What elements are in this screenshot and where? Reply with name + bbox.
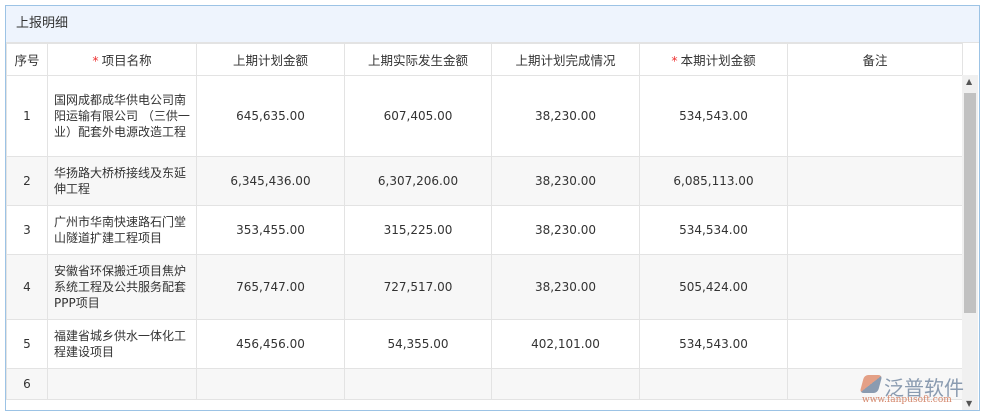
cell-seq[interactable]: 6 <box>6 368 48 400</box>
scroll-up-icon[interactable]: ▲ <box>966 77 972 86</box>
cell-name[interactable]: 国网成都成华供电公司南阳运输有限公司 （三供一业）配套外电源改造工程 <box>47 75 197 157</box>
cell-last-plan[interactable]: 456,456.00 <box>196 319 345 369</box>
col-seq: 序号 <box>6 43 48 76</box>
col-last-actual: 上期实际发生金额 <box>344 43 492 76</box>
table-row[interactable]: 6 <box>6 368 963 400</box>
table-row[interactable]: 4 安徽省环保搬迁项目焦炉系统工程及公共服务配套PPP项目 765,747.00 72… <box>6 254 963 320</box>
table-header: 序号 * 项目名称 上期计划金额 上期实际发生金额 上期计划完成情况 * 本期计划金… <box>6 43 963 76</box>
cell-last-completion[interactable]: 402,101.00 <box>491 319 640 369</box>
col-last-completion: 上期计划完成情况 <box>491 43 640 76</box>
cell-this-plan[interactable]: 505,424.00 <box>639 254 788 320</box>
cell-last-actual[interactable]: 315,225.00 <box>344 205 492 255</box>
col-remark: 备注 <box>787 43 963 76</box>
cell-name[interactable]: 福建省城乡供水一体化工程建设项目 <box>47 319 197 369</box>
col-this-plan: * 本期计划金额 <box>639 43 788 76</box>
cell-this-plan[interactable]: 6,085,113.00 <box>639 156 788 206</box>
detail-table: 序号 * 项目名称 上期计划金额 上期实际发生金额 上期计划完成情况 * 本期计划金… <box>6 43 963 400</box>
table-row[interactable]: 3 广州市华南快速路石门堂山隧道扩建工程项目 353,455.00 315,225.0… <box>6 205 963 255</box>
cell-this-plan[interactable] <box>639 368 788 400</box>
cell-remark[interactable] <box>787 75 963 157</box>
watermark-logo: 泛普软件 www.fanpusoft.com <box>859 372 980 408</box>
cell-last-plan[interactable]: 645,635.00 <box>196 75 345 157</box>
cell-last-plan[interactable] <box>196 368 345 400</box>
cell-last-plan[interactable]: 765,747.00 <box>196 254 345 320</box>
cell-last-plan[interactable]: 353,455.00 <box>196 205 345 255</box>
cell-name[interactable]: 安徽省环保搬迁项目焦炉系统工程及公共服务配套PPP项目 <box>47 254 197 320</box>
panel-title: 上报明细 <box>6 6 979 43</box>
table-row[interactable]: 2 华扬路大桥桥接线及东延伸工程 6,345,436.00 6,307,206.00 3… <box>6 156 963 206</box>
watermark-url: www.fanpusoft.com <box>862 395 952 405</box>
cell-this-plan[interactable]: 534,534.00 <box>639 205 788 255</box>
cell-seq[interactable]: 2 <box>6 156 48 206</box>
table-row[interactable]: 1 国网成都成华供电公司南阳运输有限公司 （三供一业）配套外电源改造工程 645,6… <box>6 75 963 157</box>
col-name: * 项目名称 <box>47 43 197 76</box>
cell-last-actual[interactable] <box>344 368 492 400</box>
col-last-plan: 上期计划金额 <box>196 43 345 76</box>
scrollbar-thumb[interactable] <box>964 93 976 313</box>
cell-name[interactable]: 华扬路大桥桥接线及东延伸工程 <box>47 156 197 206</box>
cell-this-plan[interactable]: 534,543.00 <box>639 75 788 157</box>
cell-remark[interactable] <box>787 156 963 206</box>
cell-last-completion[interactable]: 38,230.00 <box>491 254 640 320</box>
cell-remark[interactable] <box>787 254 963 320</box>
cell-name[interactable]: 广州市华南快速路石门堂山隧道扩建工程项目 <box>47 205 197 255</box>
cell-last-completion[interactable]: 38,230.00 <box>491 205 640 255</box>
cell-remark[interactable] <box>787 319 963 369</box>
cell-last-actual[interactable]: 54,355.00 <box>344 319 492 369</box>
logo-icon <box>859 375 883 393</box>
cell-seq[interactable]: 5 <box>6 319 48 369</box>
cell-seq[interactable]: 4 <box>6 254 48 320</box>
cell-last-actual[interactable]: 607,405.00 <box>344 75 492 157</box>
cell-last-completion[interactable]: 38,230.00 <box>491 75 640 157</box>
required-star: * <box>671 53 678 68</box>
cell-last-completion[interactable] <box>491 368 640 400</box>
required-star: * <box>92 53 99 68</box>
col-name-label: 项目名称 <box>101 53 152 68</box>
cell-last-actual[interactable]: 6,307,206.00 <box>344 156 492 206</box>
vertical-scrollbar[interactable]: ▲ ▼ <box>962 75 978 410</box>
cell-remark[interactable] <box>787 205 963 255</box>
cell-last-plan[interactable]: 6,345,436.00 <box>196 156 345 206</box>
cell-this-plan[interactable]: 534,543.00 <box>639 319 788 369</box>
table-row[interactable]: 5 福建省城乡供水一体化工程建设项目 456,456.00 54,355.00 402,… <box>6 319 963 369</box>
cell-name[interactable] <box>47 368 197 400</box>
cell-seq[interactable]: 1 <box>6 75 48 157</box>
cell-last-completion[interactable]: 38,230.00 <box>491 156 640 206</box>
cell-last-actual[interactable]: 727,517.00 <box>344 254 492 320</box>
cell-seq[interactable]: 3 <box>6 205 48 255</box>
report-detail-panel: 上报明细 序号 * 项目名称 上期计划金额 上期实际发生金额 上期计划完成情况 *… <box>5 5 980 411</box>
col-this-plan-label: 本期计划金额 <box>680 53 756 68</box>
